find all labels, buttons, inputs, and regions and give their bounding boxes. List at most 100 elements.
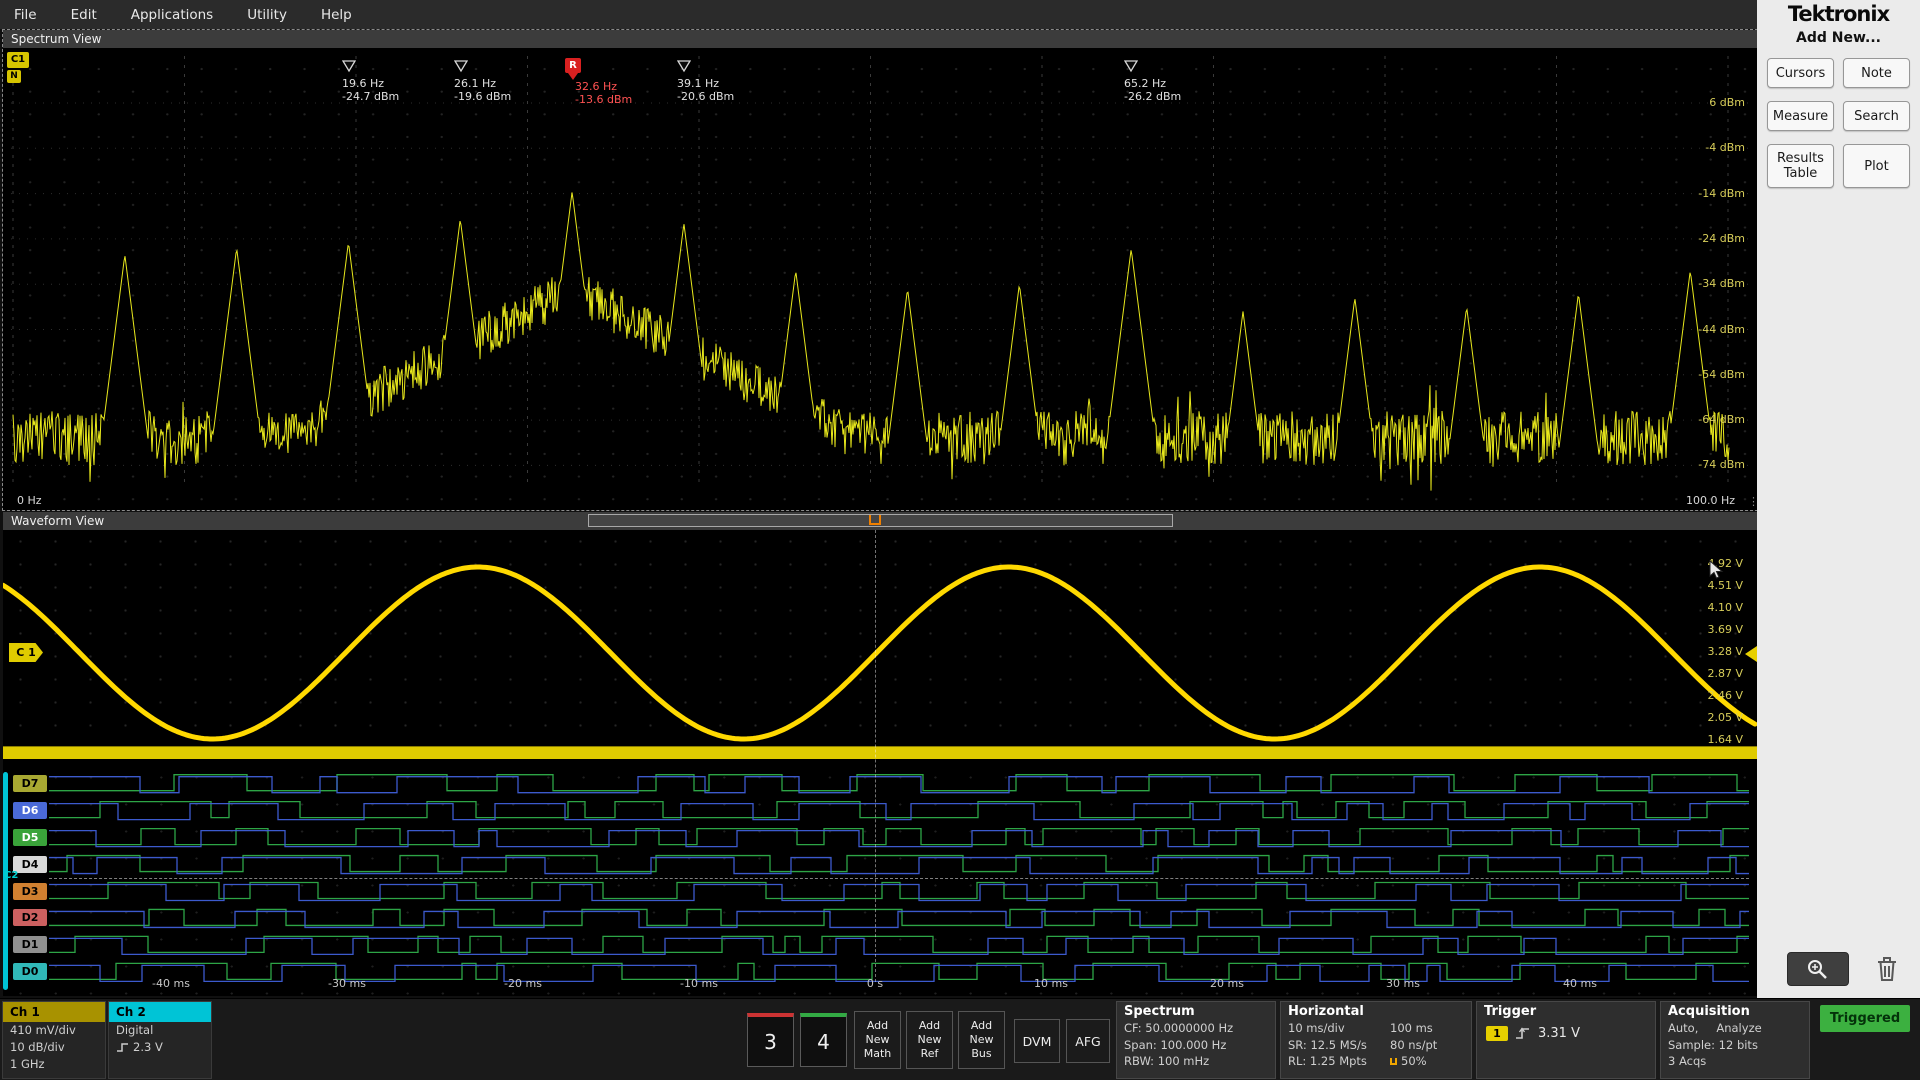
add-new-math-button[interactable]: Add New Math [854, 1011, 901, 1069]
spectrum-marker-26.1[interactable]: 26.1 Hz -19.6 dBm [453, 58, 550, 103]
sidebar-button-measure[interactable]: Measure [1767, 101, 1834, 131]
horizontal-panel-row: 10 ms/div 100 ms [1281, 1020, 1471, 1037]
channel2-threshold-value: 2.3 V [133, 1040, 163, 1054]
menu-item-applications[interactable]: Applications [131, 7, 213, 23]
channel4-button[interactable]: 4 [800, 1013, 847, 1067]
add-new-bus-button[interactable]: Add New Bus [958, 1011, 1005, 1069]
tektronix-logo: Tektronix [1787, 2, 1890, 26]
menu-item-edit[interactable]: Edit [71, 7, 97, 23]
sidebar-button-plot[interactable]: Plot [1843, 144, 1910, 188]
dbm-label: -4 dBm [1705, 141, 1745, 154]
acquisition-value: 3 Acqs [1668, 1054, 1707, 1068]
channel1-badge[interactable]: Ch 1 [3, 1002, 105, 1022]
time-label: -30 ms [328, 977, 366, 990]
spectrum-view[interactable]: Spectrum View 19.6 Hz -24.7 dBm 26.1 Hz -19… [2, 29, 1758, 511]
horizontal-value: 80 ns/pt [1390, 1037, 1438, 1052]
digital-group-bracket[interactable] [3, 772, 8, 990]
time-label: 40 ms [1563, 977, 1597, 990]
digital-channel-badge-d0[interactable]: D0 [13, 963, 47, 980]
dbm-label: -14 dBm [1698, 187, 1745, 200]
sidebar-button-search[interactable]: Search [1843, 101, 1910, 131]
sidebar-button-results-table[interactable]: Results Table [1767, 144, 1834, 188]
digital-channel-badge-d2[interactable]: D2 [13, 909, 47, 926]
digital-channel-badge-d6[interactable]: D6 [13, 802, 47, 819]
expansion-point-icon[interactable] [869, 515, 881, 525]
trigger-level-arrow-icon[interactable] [1745, 646, 1757, 662]
spectrum-trace-normal-badge[interactable]: N [7, 70, 21, 83]
channel2-group-badge[interactable]: C2 [4, 870, 18, 881]
marker-triangle-icon[interactable] [341, 60, 357, 73]
trash-icon [1878, 957, 1896, 981]
trigger-source-badge: 1 [1486, 1025, 1508, 1041]
waveform-view[interactable]: Waveform View T 4.92 V4.51 V4.10 V3.69 V… [3, 512, 1757, 996]
digital-group-center-line [49, 878, 1749, 879]
trigger-panel[interactable]: Trigger 1 3.31 V [1476, 1001, 1656, 1079]
spectrum-panel[interactable]: Spectrum CF: 50.0000000 Hz Span: 100.000 … [1116, 1001, 1276, 1079]
digital-trace [49, 801, 1749, 819]
reference-marker-icon[interactable]: R [565, 58, 581, 73]
horizontal-value: 50% [1390, 1053, 1427, 1070]
zoom-button[interactable] [1787, 952, 1849, 986]
menu-item-file[interactable]: File [14, 7, 37, 23]
channel1-badge-block[interactable]: Ch 1 410 mV/div 10 dB/div 1 GHz [2, 1001, 106, 1079]
channel3-button[interactable]: 3 [747, 1013, 794, 1067]
channel1-setting: 10 dB/div [10, 1040, 65, 1054]
spectrum-panel-title: Spectrum [1124, 1004, 1195, 1019]
acquisition-panel[interactable]: Acquisition Auto, Analyze Sample: 12 bits 3… [1660, 1001, 1810, 1079]
digital-channel-badge-d1[interactable]: D1 [13, 936, 47, 953]
menu-item-utility[interactable]: Utility [247, 7, 287, 23]
channel2-badge-block[interactable]: Ch 2 Digital 2.3 V [108, 1001, 212, 1079]
digital-channel-badge-d3[interactable]: D3 [13, 883, 47, 900]
channel1-settings: 410 mV/div 10 dB/div 1 GHz [3, 1022, 105, 1073]
digital-canvas[interactable] [3, 764, 1757, 996]
trigger-time-line [875, 530, 876, 982]
voltage-label: 3.69 V [1707, 623, 1743, 636]
spectrum-panel-rows: CF: 50.0000000 Hz Span: 100.000 Hz RBW: 10… [1117, 1020, 1275, 1070]
add-new-title: Add New... [1796, 30, 1881, 46]
voltage-label: 2.46 V [1707, 689, 1743, 702]
time-label: 10 ms [1034, 977, 1068, 990]
spectrum-plot[interactable]: 19.6 Hz -24.7 dBm 26.1 Hz -19.6 dBm R 32.6 Hz… [3, 48, 1757, 510]
marker-amplitude-label: -26.2 dBm [1124, 90, 1182, 103]
voltage-label: 2.05 V [1707, 711, 1743, 724]
spectrum-marker-39.1[interactable]: 39.1 Hz -20.6 dBm [676, 58, 773, 103]
spectrum-panel-row: RBW: 100 mHz [1124, 1054, 1210, 1068]
time-label: -40 ms [152, 977, 190, 990]
trigger-slope-icon [1516, 1027, 1529, 1039]
menu-item-help[interactable]: Help [321, 7, 352, 23]
digital-channel-badge-d5[interactable]: D5 [13, 829, 47, 846]
afg-button[interactable]: AFG [1066, 1019, 1110, 1063]
spectrum-marker-65.2[interactable]: 65.2 Hz -26.2 dBm [1123, 58, 1220, 103]
marker-triangle-icon[interactable] [676, 60, 692, 73]
channel2-badge[interactable]: Ch 2 [109, 1002, 211, 1022]
analog-waveform-area[interactable]: 4.92 V 4.51 V 4.10 V 3.69 V 3.28 V 2.87 V 2.46… [3, 530, 1757, 760]
channel2-threshold: 2.3 V [109, 1039, 211, 1056]
spectrum-panel-row: Span: 100.000 Hz [1124, 1037, 1227, 1052]
marker-triangle-icon[interactable] [453, 60, 469, 73]
horizontal-value: 10 ms/div [1288, 1021, 1345, 1035]
dbm-label: -64 dBm [1698, 413, 1745, 426]
dvm-button[interactable]: DVM [1014, 1019, 1060, 1063]
spectrum-trace-badge[interactable]: C1 [7, 52, 29, 68]
trigger-panel-title: Trigger [1484, 1004, 1537, 1019]
horizontal-panel[interactable]: Horizontal 10 ms/div 100 ms SR: 12.5 MS/s 8… [1280, 1001, 1472, 1079]
voltage-label: 2.87 V [1707, 667, 1743, 680]
spectrum-marker-19.6[interactable]: 19.6 Hz -24.7 dBm [341, 58, 438, 103]
dbm-label: -54 dBm [1698, 368, 1745, 381]
sidebar-button-cursors[interactable]: Cursors [1767, 58, 1834, 88]
spectrum-marker-32.6[interactable]: R 32.6 Hz -13.6 dBm [565, 58, 661, 106]
marker-frequency-label: 39.1 Hz [677, 77, 720, 90]
marker-amplitude-label: -24.7 dBm [342, 90, 400, 103]
mouse-cursor-icon [1709, 560, 1724, 579]
freq-end-label: 100.0 Hz [1685, 494, 1735, 507]
digital-waveform-area[interactable] [3, 764, 1757, 996]
marker-triangle-icon[interactable] [1123, 60, 1139, 73]
trash-button[interactable] [1869, 952, 1903, 986]
add-new-buttons: Cursors Note Measure Search Results Table Plo… [1767, 58, 1910, 188]
rising-edge-icon [117, 1043, 128, 1052]
bottom-bar: Ch 1 410 mV/div 10 dB/div 1 GHz Ch 2 Digit… [0, 998, 1920, 1080]
add-new-ref-button[interactable]: Add New Ref [906, 1011, 953, 1069]
sidebar-button-note[interactable]: Note [1843, 58, 1910, 88]
digital-channel-badge-d7[interactable]: D7 [13, 775, 47, 792]
waveform-canvas[interactable] [3, 530, 1757, 760]
